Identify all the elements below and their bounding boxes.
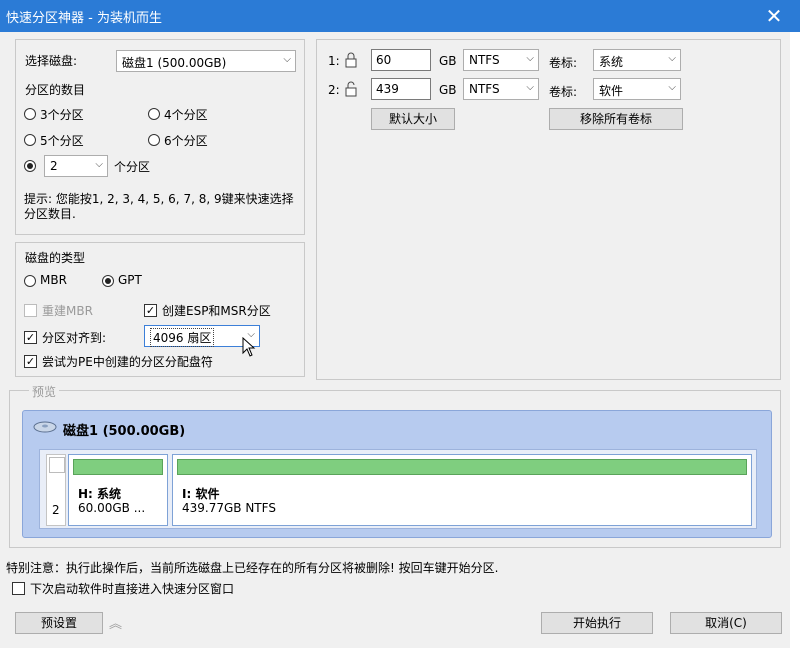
partition-1-size: 60 <box>376 53 392 67</box>
partition-count-suffix: 个分区 <box>114 160 151 174</box>
partition-1-vol-value: 系统 <box>599 55 624 69</box>
partition-1-unit: GB <box>439 54 457 68</box>
preview-partition-1-detail: 60.00GB ... <box>78 501 146 515</box>
preview-partition-1-title: H: 系统 <box>78 487 122 501</box>
chevron-down-icon: ⌵ <box>526 82 534 93</box>
background-window-edge <box>790 32 800 652</box>
partition-2-vol-value: 软件 <box>599 84 624 98</box>
rebuild-mbr-label: 重建MBR <box>42 304 93 318</box>
create-esp-checkbox[interactable]: ✓ <box>144 304 157 317</box>
partition-2-size-input[interactable]: 439 <box>371 78 431 100</box>
align-value: 4096 扇区 <box>150 328 215 347</box>
disk-title: 磁盘1 (500.00GB) <box>63 424 186 439</box>
unlock-icon <box>345 81 357 97</box>
chevron-down-icon: ⌵ <box>668 82 676 93</box>
preview-legend: 预览 <box>29 383 60 400</box>
radio-3-partitions[interactable] <box>24 108 36 120</box>
partition-count-number: 2 <box>52 503 60 517</box>
mouse-cursor-icon <box>242 337 256 357</box>
partition-2-size: 439 <box>376 82 399 96</box>
partition-1-size-input[interactable]: 60 <box>371 49 431 71</box>
preview-partition-2-detail: 439.77GB NTFS <box>182 501 276 515</box>
double-chevron-up-icon[interactable]: ︽ <box>109 613 122 632</box>
lock-icon <box>345 52 357 68</box>
partition-1-fs: NTFS <box>469 53 500 67</box>
next-launch-label: 下次启动软件时直接进入快速分区窗口 <box>30 582 235 596</box>
radio-4-label: 4个分区 <box>164 108 208 122</box>
disk-select-combo[interactable]: 磁盘1 (500.00GB) ⌵ <box>116 50 296 72</box>
rebuild-mbr-checkbox[interactable] <box>24 304 37 317</box>
partition-1-index: 1: <box>328 54 340 68</box>
pe-letter-checkbox[interactable]: ✓ <box>24 355 37 368</box>
radio-5-partitions[interactable] <box>24 134 36 146</box>
partition-2-usage-bar <box>177 459 747 475</box>
radio-3-label: 3个分区 <box>40 108 84 122</box>
chevron-down-icon: ⌵ <box>668 53 676 64</box>
partition-1-fs-combo[interactable]: NTFS ⌵ <box>463 49 539 71</box>
radio-6-label: 6个分区 <box>164 134 208 148</box>
default-size-button[interactable]: 默认大小 <box>371 108 455 130</box>
radio-6-partitions[interactable] <box>148 134 160 146</box>
close-button[interactable]: ✕ <box>758 2 790 30</box>
partition-1-vol-combo[interactable]: 系统 ⌵ <box>593 49 681 71</box>
partition-count-combo[interactable]: 2 ⌵ <box>44 155 108 177</box>
title-bar: 快速分区神器 - 为装机而生 ✕ <box>0 0 800 32</box>
chevron-down-icon: ⌵ <box>526 53 534 64</box>
align-checkbox[interactable]: ✓ <box>24 331 37 344</box>
partition-count-indicator: 2 <box>46 454 66 526</box>
cancel-button[interactable]: 取消(C) <box>670 612 782 634</box>
chevron-down-icon: ⌵ <box>95 159 103 170</box>
partitions-group: 1: 60 GB NTFS ⌵ 卷标: 系统 ⌵ 2: 439 GB NTFS … <box>316 39 781 380</box>
next-launch-checkbox[interactable] <box>12 582 25 595</box>
chevron-down-icon: ⌵ <box>283 54 291 65</box>
window-title: 快速分区神器 - 为装机而生 <box>6 11 162 26</box>
preview-partition-2[interactable]: I: 软件 439.77GB NTFS <box>172 454 752 526</box>
partition-count-swatch <box>49 457 65 473</box>
remove-labels-button[interactable]: 移除所有卷标 <box>549 108 683 130</box>
partition-2-vol-combo[interactable]: 软件 ⌵ <box>593 78 681 100</box>
disk-partitions-area: 2 H: 系统 60.00GB ... I: 软件 439.77GB NTFS <box>39 449 757 529</box>
preview-partition-2-title: I: 软件 <box>182 487 220 501</box>
radio-gpt[interactable] <box>102 275 114 287</box>
disk-preview: 磁盘1 (500.00GB) 2 H: 系统 60.00GB ... I: 软件… <box>22 410 772 538</box>
disk-icon <box>33 421 57 433</box>
radio-4-partitions[interactable] <box>148 108 160 120</box>
disk-select-label: 选择磁盘: <box>25 54 78 68</box>
radio-gpt-label: GPT <box>118 273 142 287</box>
align-label: 分区对齐到: <box>42 331 107 345</box>
pe-letter-label: 尝试为PE中创建的分区分配盘符 <box>42 355 213 369</box>
partition-2-fs-combo[interactable]: NTFS ⌵ <box>463 78 539 100</box>
preset-button[interactable]: 预设置 <box>15 612 103 634</box>
partition-2-unit: GB <box>439 83 457 97</box>
partition-count-hint: 提示: 您能按1, 2, 3, 4, 5, 6, 7, 8, 9键来快速选择分区… <box>24 192 294 221</box>
radio-mbr[interactable] <box>24 275 36 287</box>
partition-1-vol-label: 卷标: <box>549 56 578 70</box>
radio-5-label: 5个分区 <box>40 134 84 148</box>
partition-count-label: 分区的数目 <box>25 83 86 97</box>
background-window-bottom <box>0 648 790 652</box>
create-esp-label: 创建ESP和MSR分区 <box>162 304 271 318</box>
disk-type-label: 磁盘的类型 <box>25 251 86 265</box>
start-button[interactable]: 开始执行 <box>541 612 653 634</box>
radio-mbr-label: MBR <box>40 273 67 287</box>
disk-type-group: 磁盘的类型 MBR GPT 重建MBR ✓ 创建ESP和MSR分区 ✓ 分区对齐… <box>15 242 305 377</box>
preview-partition-1[interactable]: H: 系统 60.00GB ... <box>68 454 168 526</box>
partition-count-group: 选择磁盘: 磁盘1 (500.00GB) ⌵ 分区的数目 3个分区 4个分区 5… <box>15 39 305 235</box>
disk-select-value: 磁盘1 (500.00GB) <box>122 56 227 70</box>
warning-text: 特别注意：执行此操作后，当前所选磁盘上已经存在的所有分区将被删除! 按回车键开始… <box>6 561 499 575</box>
partition-2-index: 2: <box>328 83 340 97</box>
partition-1-usage-bar <box>73 459 163 475</box>
partition-2-fs: NTFS <box>469 82 500 96</box>
radio-custom-count[interactable] <box>24 160 36 172</box>
partition-count-value: 2 <box>50 159 58 173</box>
partition-2-vol-label: 卷标: <box>549 85 578 99</box>
